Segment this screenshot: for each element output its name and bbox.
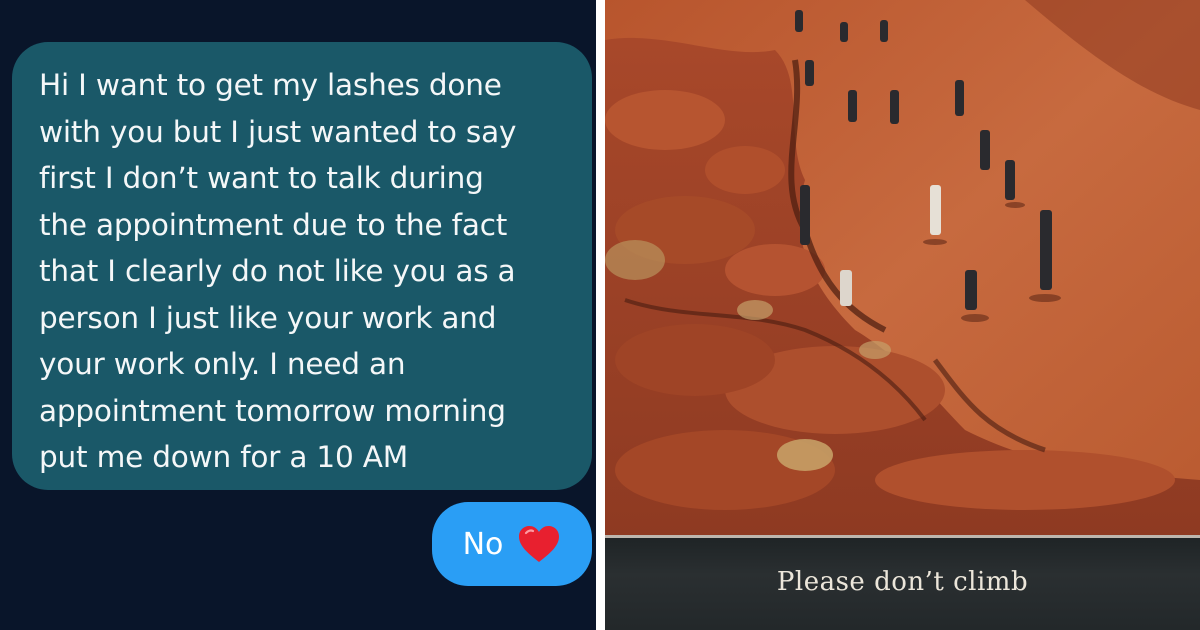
sign-text: Please don’t climb	[776, 567, 1029, 597]
outgoing-message-text: No	[462, 526, 504, 562]
incoming-message-text: Hi I want to get my lashes done with you…	[39, 68, 517, 474]
rock-face-illustration	[605, 0, 1200, 540]
climbing-photo: Please don’t climb	[605, 0, 1200, 630]
red-heart-icon	[519, 526, 560, 562]
incoming-message-bubble: Hi I want to get my lashes done with you…	[12, 42, 592, 490]
meme-collage: Hi I want to get my lashes done with you…	[0, 0, 1200, 630]
chat-screenshot: Hi I want to get my lashes done with you…	[0, 0, 596, 630]
warning-sign: Please don’t climb	[605, 535, 1200, 630]
outgoing-message-bubble: No	[432, 502, 592, 586]
